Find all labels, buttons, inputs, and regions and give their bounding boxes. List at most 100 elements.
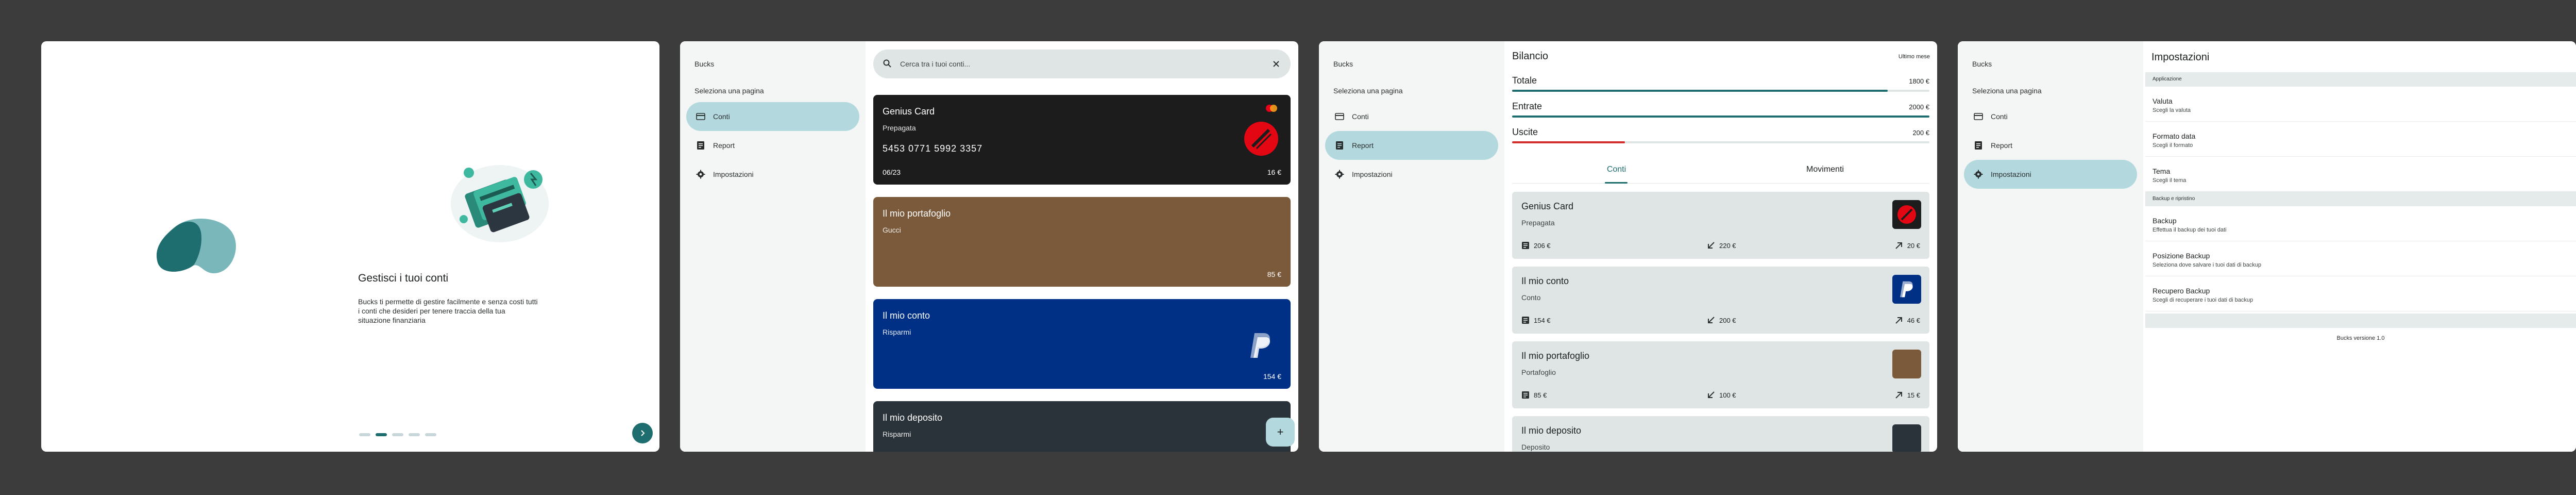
setting-posizione-backup[interactable]: Posizione Backup Seleziona dove salvare … <box>2145 241 2576 276</box>
page-dot[interactable] <box>425 433 436 436</box>
account-balance: 85 € <box>1521 391 1547 399</box>
tab-movimenti[interactable]: Movimenti <box>1721 165 1929 174</box>
report-tabs: Conti Movimenti <box>1512 161 1929 184</box>
onboarding-title: Gestisci i tuoi conti <box>358 272 449 284</box>
card-balance: 16 € <box>1267 168 1281 176</box>
receipt-icon <box>696 140 706 151</box>
balance-value: 1800 € <box>1909 77 1929 85</box>
nav-item-conti[interactable]: Conti <box>686 102 859 131</box>
card-balance: 85 € <box>1267 270 1281 278</box>
arrow-down-left-icon <box>1708 242 1715 249</box>
account-type: Deposito <box>1521 443 1550 451</box>
page-dot-active[interactable] <box>376 433 387 436</box>
receipt-icon <box>1973 140 1984 151</box>
balance-text: 154 € <box>1534 316 1551 324</box>
nav-item-conti[interactable]: Conti <box>1964 102 2137 131</box>
account-name: Il mio deposito <box>1521 425 1582 436</box>
account-type: Portafoglio <box>1521 368 1556 376</box>
setting-backup[interactable]: Backup Effettua il backup dei tuoi dati <box>2145 206 2576 241</box>
account-name: Il mio portafoglio <box>1521 351 1590 361</box>
setting-valuta[interactable]: Valuta Scegli la valuta <box>2145 87 2576 122</box>
nav-item-impostazioni[interactable]: Impostazioni <box>686 160 859 189</box>
settings-content: Impostazioni Applicazione Valuta Scegli … <box>2145 41 2576 452</box>
arrow-up-right-icon <box>1895 392 1902 399</box>
nav-item-report[interactable]: Report <box>686 131 859 160</box>
bank-logo-icon <box>1897 205 1916 224</box>
navigation-drawer: Bucks Seleziona una pagina Conti Report … <box>680 41 866 452</box>
tab-conti[interactable]: Conti <box>1512 165 1721 174</box>
ledger-icon <box>1522 391 1529 399</box>
bank-logo-icon <box>1242 120 1280 158</box>
credit-card-icon <box>1973 111 1984 122</box>
account-summary[interactable]: Il mio deposito Deposito <box>1512 416 1929 452</box>
search-bar[interactable]: Cerca tra i tuoi conti... <box>873 50 1291 78</box>
nav-item-impostazioni[interactable]: Impostazioni <box>1325 160 1498 189</box>
onboarding-screen: Gestisci i tuoi conti Bucks ti permette … <box>41 41 659 452</box>
account-type: Prepagata <box>1521 219 1555 227</box>
card-name: Il mio deposito <box>883 412 943 423</box>
search-input[interactable]: Cerca tra i tuoi conti... <box>900 60 1271 68</box>
expense-text: 20 € <box>1907 241 1920 250</box>
page-dot[interactable] <box>409 433 420 436</box>
account-summary[interactable]: Il mio portafoglio Portafoglio 85 € 100 … <box>1512 341 1929 408</box>
balance-value: 2000 € <box>1909 103 1929 111</box>
nav-item-report[interactable]: Report <box>1964 131 2137 160</box>
account-summary[interactable]: Genius Card Prepagata 206 € 220 € 20 € <box>1512 192 1929 259</box>
paypal-icon <box>1900 281 1913 298</box>
gear-icon <box>1973 169 1984 179</box>
wallet-cards-illustration <box>451 165 549 242</box>
account-expense: 46 € <box>1895 316 1920 324</box>
expense-text: 15 € <box>1907 391 1920 399</box>
page-title: Bilancio <box>1512 51 1549 62</box>
nav-item-report[interactable]: Report <box>1325 131 1498 160</box>
account-card[interactable]: Il mio deposito Risparmi <box>873 401 1291 452</box>
setting-title: Posizione Backup <box>2153 252 2210 260</box>
account-card[interactable]: Genius Card Prepagata 5453 0771 5992 335… <box>873 95 1291 185</box>
account-balance: 206 € <box>1521 241 1551 250</box>
balance-label: Totale <box>1512 75 1537 86</box>
gear-icon <box>1334 169 1345 179</box>
settings-screen: Bucks Seleziona una pagina Conti Report … <box>1958 41 2576 452</box>
account-card[interactable]: Il mio portafoglio Gucci 85 € <box>873 197 1291 287</box>
setting-tema[interactable]: Tema Scegli il tema <box>2145 157 2576 192</box>
card-balance: 154 € <box>1263 372 1281 381</box>
credit-card-icon <box>696 111 706 122</box>
page-dot[interactable] <box>392 433 403 436</box>
setting-description: Effettua il backup dei tuoi dati <box>2153 227 2227 233</box>
drawer-subtitle: Seleziona una pagina <box>1333 87 1403 95</box>
account-expense: 15 € <box>1895 391 1920 399</box>
account-thumbnail <box>1892 350 1921 378</box>
section-header-backup: Backup e ripristino <box>2145 192 2576 206</box>
drawer-subtitle: Seleziona una pagina <box>694 87 764 95</box>
setting-formato-data[interactable]: Formato data Scegli il formato <box>2145 122 2576 157</box>
account-thumbnail <box>1892 275 1921 304</box>
account-name: Il mio conto <box>1521 276 1569 286</box>
account-income: 200 € <box>1707 316 1736 324</box>
setting-recupero-backup[interactable]: Recupero Backup Scegli di recuperare i t… <box>2145 276 2576 311</box>
app-name: Bucks <box>1333 60 1353 68</box>
balance-bar-fill <box>1512 90 1888 92</box>
nav-item-impostazioni[interactable]: Impostazioni <box>1964 160 2137 189</box>
balance-text: 85 € <box>1534 391 1547 399</box>
add-account-button[interactable]: + <box>1266 418 1295 447</box>
period-selector[interactable]: Ultimo mese <box>1899 54 1930 60</box>
close-icon[interactable] <box>1271 59 1281 69</box>
nav-label: Report <box>1991 141 2013 150</box>
drawer-subtitle: Seleziona una pagina <box>1972 87 2042 95</box>
nav-item-conti[interactable]: Conti <box>1325 102 1498 131</box>
card-type: Gucci <box>883 226 901 234</box>
account-card[interactable]: Il mio conto Risparmi 154 € <box>873 299 1291 389</box>
account-summary[interactable]: Il mio conto Conto 154 € 200 € 46 € <box>1512 267 1929 334</box>
card-number: 5453 0771 5992 3357 <box>883 143 983 154</box>
expense-text: 46 € <box>1907 316 1920 324</box>
next-button[interactable] <box>632 423 653 443</box>
balance-label: Uscite <box>1512 127 1538 137</box>
page-dot[interactable] <box>359 433 370 436</box>
card-type: Prepagata <box>883 124 916 132</box>
section-divider <box>2145 314 2576 328</box>
card-name: Genius Card <box>883 106 935 117</box>
navigation-drawer: Bucks Seleziona una pagina Conti Report … <box>1958 41 2143 452</box>
paypal-icon <box>1250 333 1270 358</box>
account-income: 220 € <box>1707 241 1736 250</box>
account-balance: 154 € <box>1521 316 1551 324</box>
